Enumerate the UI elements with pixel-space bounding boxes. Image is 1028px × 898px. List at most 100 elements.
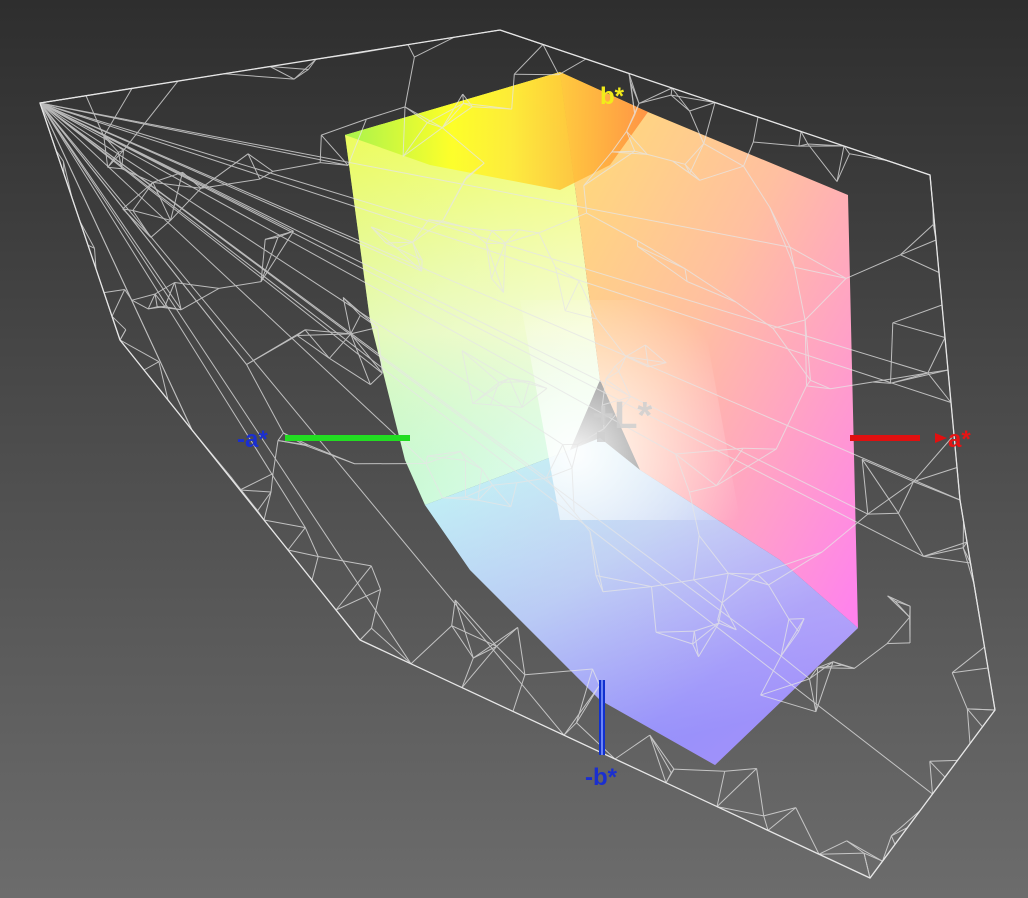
wireframe-edge bbox=[900, 239, 937, 256]
wireframe-edge bbox=[753, 141, 799, 147]
wireframe-edge bbox=[614, 734, 651, 760]
wireframe-edge bbox=[724, 768, 757, 772]
wireframe-edge bbox=[891, 810, 921, 837]
wireframe-edge bbox=[900, 224, 934, 256]
wireframe-edge bbox=[39, 102, 383, 374]
wireframe-edge bbox=[272, 162, 321, 172]
wireframe-edge bbox=[329, 357, 371, 386]
a-plus-label: a* bbox=[948, 426, 971, 453]
a-minus-label: -a* bbox=[237, 426, 268, 453]
wireframe-edge bbox=[147, 293, 156, 310]
wireframe-edge bbox=[756, 768, 765, 816]
wireframe-edge bbox=[558, 58, 587, 76]
L-plus-label: +L* bbox=[592, 395, 652, 437]
wireframe-edge bbox=[174, 282, 219, 289]
wireframe-edge bbox=[923, 547, 964, 557]
wireframe-edge bbox=[239, 489, 272, 493]
wireframe-edge bbox=[890, 322, 894, 384]
wireframe-edge bbox=[461, 657, 474, 688]
wireframe-edge bbox=[689, 102, 716, 112]
wireframe-edge bbox=[119, 329, 127, 341]
wireframe-edge bbox=[296, 329, 306, 336]
wireframe-edge bbox=[951, 672, 968, 710]
wireframe-edge bbox=[239, 473, 274, 491]
wireframe-edge bbox=[807, 143, 838, 182]
wireframe-edge bbox=[263, 519, 306, 529]
wireframe-edge bbox=[180, 287, 220, 311]
wireframe-edge bbox=[514, 73, 559, 76]
wireframe-edge bbox=[818, 852, 865, 855]
wireframe-edge bbox=[882, 835, 892, 862]
wireframe-edge bbox=[929, 761, 933, 795]
wireframe-edge bbox=[513, 44, 544, 75]
wireframe-edge bbox=[892, 304, 943, 324]
wireframe-edge bbox=[371, 589, 382, 629]
wireframe-edge bbox=[119, 339, 160, 363]
b-minus-label: -b* bbox=[585, 764, 618, 791]
wireframe-edge bbox=[350, 315, 361, 335]
wireframe-edge bbox=[218, 281, 262, 289]
wireframe-edge bbox=[836, 153, 850, 182]
wireframe-edge bbox=[359, 627, 372, 641]
wireframe-edge bbox=[319, 135, 322, 163]
wireframe-edge bbox=[716, 771, 726, 807]
wireframe-edge bbox=[836, 145, 845, 182]
wireframe-edge bbox=[817, 667, 855, 669]
a-plus-arrow-icon bbox=[935, 433, 947, 443]
wireframe-edge bbox=[929, 760, 946, 778]
wireframe-edge bbox=[277, 432, 284, 441]
wireframe-edge bbox=[246, 329, 306, 365]
wireframe-edge bbox=[966, 708, 971, 744]
wireframe-edge bbox=[890, 835, 896, 845]
wireframe-edge bbox=[752, 116, 759, 143]
wireframe-edge bbox=[370, 565, 382, 590]
wireframe-edge bbox=[461, 645, 498, 688]
wireframe-edge bbox=[366, 106, 406, 120]
wireframe-edge bbox=[892, 322, 946, 338]
wireframe-edge bbox=[809, 678, 817, 712]
wireframe-edge bbox=[111, 289, 126, 317]
wireframe-edge bbox=[293, 69, 309, 80]
wireframe-edge bbox=[890, 369, 949, 384]
wireframe-edge bbox=[927, 337, 946, 374]
wireframe-edge bbox=[716, 768, 757, 807]
wireframe-edge bbox=[517, 627, 526, 675]
wireframe-edge bbox=[863, 852, 871, 879]
wireframe-edge bbox=[350, 333, 371, 385]
wireframe-edge bbox=[846, 840, 883, 862]
wireframe-edge bbox=[867, 481, 914, 515]
wireframe-edge bbox=[410, 625, 453, 665]
wireframe-edge bbox=[923, 541, 968, 557]
wireframe-edge bbox=[900, 254, 940, 273]
wireframe-edge bbox=[703, 102, 716, 144]
wireframe-edge bbox=[223, 73, 295, 80]
wireframe-edge bbox=[788, 618, 805, 620]
wireframe-edge bbox=[818, 840, 847, 855]
gamut-3d-view: b* -a* a* -b* +L* bbox=[39, 29, 996, 879]
wireframe-edge bbox=[867, 512, 899, 515]
wireframe-edge bbox=[815, 661, 834, 712]
wireframe-edge bbox=[649, 734, 675, 770]
wireframe-edge bbox=[923, 555, 971, 564]
wireframe-edge bbox=[966, 708, 983, 728]
wireframe-edge bbox=[716, 806, 764, 817]
wireframe-edge bbox=[335, 565, 372, 611]
wireframe-edge bbox=[795, 807, 820, 855]
wireframe-edge bbox=[311, 556, 319, 581]
wireframe-edge bbox=[370, 372, 383, 385]
wireframe-edge bbox=[967, 708, 996, 711]
wireframe-edge bbox=[845, 254, 901, 279]
wireframe-edge bbox=[897, 481, 914, 514]
wireframe-edge bbox=[673, 768, 725, 772]
wireframe-edge bbox=[473, 645, 497, 659]
wireframe-edge bbox=[798, 131, 802, 147]
wireframe-edge bbox=[887, 595, 911, 618]
wireframe-edge bbox=[886, 616, 911, 644]
wireframe-edge bbox=[131, 299, 149, 310]
wireframe-edge bbox=[304, 527, 319, 557]
wireframe-edge bbox=[287, 527, 306, 551]
wireframe-edge bbox=[473, 626, 518, 659]
wireframe-edge bbox=[259, 170, 274, 180]
wireframe-edge bbox=[170, 172, 183, 221]
wireframe-edge bbox=[152, 181, 202, 189]
